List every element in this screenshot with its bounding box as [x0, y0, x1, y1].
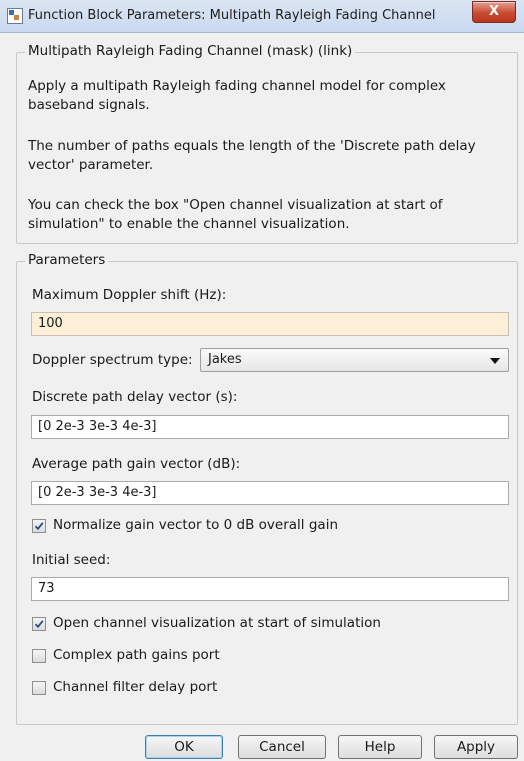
open-visualization-checkbox[interactable] — [32, 617, 46, 631]
simulink-block-icon — [7, 8, 23, 24]
window-title: Function Block Parameters: Multipath Ray… — [28, 8, 436, 23]
open-visualization-label: Open channel visualization at start of s… — [53, 615, 381, 631]
apply-button[interactable]: Apply — [434, 735, 518, 759]
mask-legend: Multipath Rayleigh Fading Channel (mask)… — [25, 43, 356, 59]
checkmark-icon — [34, 620, 44, 629]
path-delay-label: Discrete path delay vector (s): — [32, 389, 238, 405]
path-gain-field[interactable]: [0 2e-3 3e-3 4e-3] — [31, 481, 509, 505]
close-button[interactable]: X — [472, 1, 516, 23]
checkmark-icon — [34, 522, 44, 531]
doppler-spectrum-value: Jakes — [208, 352, 242, 367]
cancel-button[interactable]: Cancel — [238, 735, 326, 759]
channel-filter-delay-checkbox[interactable] — [32, 681, 46, 695]
title-bar: Function Block Parameters: Multipath Ray… — [0, 0, 524, 33]
description-paragraph-2: The number of paths equals the length of… — [28, 138, 476, 173]
initial-seed-label: Initial seed: — [32, 552, 111, 568]
doppler-shift-label: Maximum Doppler shift (Hz): — [32, 287, 227, 303]
description-paragraph-1: Apply a multipath Rayleigh fading channe… — [28, 78, 446, 113]
complex-path-gains-label: Complex path gains port — [53, 647, 220, 663]
doppler-spectrum-dropdown[interactable]: Jakes — [200, 348, 509, 372]
doppler-spectrum-label: Doppler spectrum type: — [32, 352, 193, 368]
path-gain-label: Average path gain vector (dB): — [32, 456, 241, 472]
chevron-down-icon — [490, 358, 500, 364]
parameters-legend: Parameters — [25, 252, 109, 268]
doppler-shift-field[interactable]: 100 — [31, 312, 509, 336]
help-button[interactable]: Help — [338, 735, 422, 759]
complex-path-gains-checkbox[interactable] — [32, 649, 46, 663]
path-delay-field[interactable]: [0 2e-3 3e-3 4e-3] — [31, 415, 509, 439]
normalize-checkbox[interactable] — [32, 519, 46, 533]
normalize-label: Normalize gain vector to 0 dB overall ga… — [53, 517, 338, 533]
mask-description-group: Multipath Rayleigh Fading Channel (mask)… — [16, 43, 518, 244]
ok-button[interactable]: OK — [145, 735, 223, 759]
initial-seed-field[interactable]: 73 — [31, 577, 509, 601]
channel-filter-delay-label: Channel filter delay port — [53, 679, 218, 695]
description-paragraph-3: You can check the box "Open channel visu… — [28, 197, 443, 232]
